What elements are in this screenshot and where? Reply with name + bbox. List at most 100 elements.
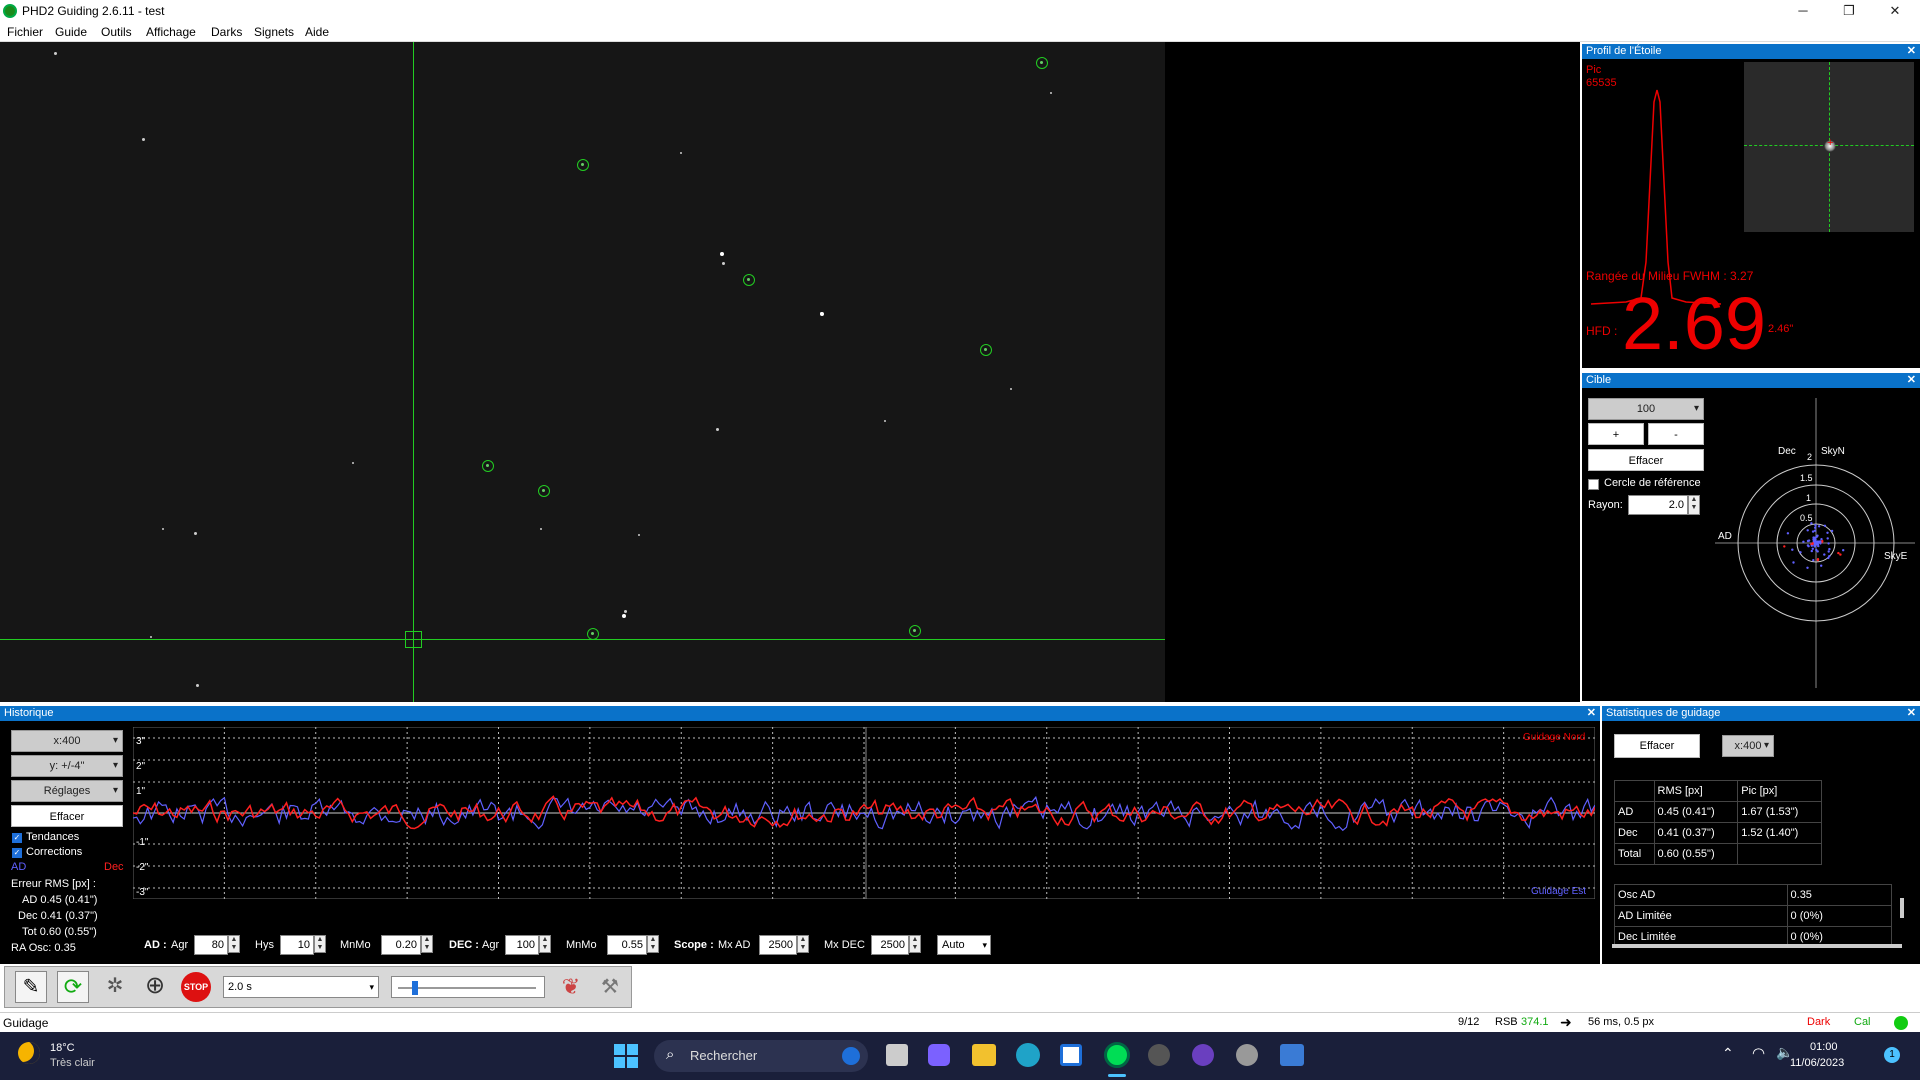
mxdec-input[interactable]: 2500 bbox=[871, 935, 909, 955]
history-title: Historique bbox=[4, 707, 54, 719]
hfd-value: 2.69 bbox=[1622, 282, 1767, 365]
scatter-point bbox=[1792, 561, 1795, 564]
history-y-combo[interactable]: y: +/-4" bbox=[11, 755, 123, 777]
history-graph[interactable] bbox=[133, 727, 1595, 899]
app-icon-8[interactable] bbox=[1280, 1044, 1304, 1066]
target-scale-combo[interactable]: 100 bbox=[1588, 398, 1704, 420]
app-icon-7[interactable] bbox=[1236, 1044, 1258, 1066]
dec-agr-input[interactable]: 100 bbox=[505, 935, 539, 955]
menu-guide[interactable]: Guide bbox=[55, 25, 87, 39]
corrections-checkbox[interactable]: ✓ bbox=[12, 848, 22, 858]
close-icon[interactable]: ✕ bbox=[1907, 44, 1916, 59]
candidate-star[interactable] bbox=[909, 625, 921, 637]
mxad-spinner[interactable]: ▲ ▼ bbox=[797, 935, 809, 953]
radius-spinner[interactable]: ▲ ▼ bbox=[1688, 495, 1700, 515]
menu-darks[interactable]: Darks bbox=[211, 25, 242, 39]
history-settings-combo[interactable]: Réglages bbox=[11, 780, 123, 802]
weather-temp[interactable]: 18°C bbox=[50, 1042, 75, 1054]
phd2-taskbar-icon[interactable] bbox=[1104, 1042, 1130, 1068]
trends-checkbox[interactable]: ✓ bbox=[12, 833, 22, 843]
dec-mnmo-spinner[interactable]: ▲ ▼ bbox=[647, 935, 659, 953]
stats-x-combo[interactable]: x:400 bbox=[1722, 735, 1774, 757]
notification-badge[interactable]: 1 bbox=[1884, 1047, 1900, 1063]
scatter-point bbox=[1842, 549, 1845, 552]
menu-signets[interactable]: Signets bbox=[254, 25, 294, 39]
chevron-up-icon[interactable]: ⌃ bbox=[1722, 1045, 1734, 1062]
minimize-button[interactable]: ─ bbox=[1780, 0, 1826, 22]
task-view-icon[interactable] bbox=[886, 1044, 908, 1066]
wrench-icon[interactable]: ⚒ bbox=[595, 972, 625, 1002]
target-clear-button[interactable]: Effacer bbox=[1588, 449, 1704, 471]
scatter-point bbox=[1827, 542, 1830, 545]
ad-agr-input[interactable]: 80 bbox=[194, 935, 228, 955]
clock-date[interactable]: 11/06/2023 bbox=[1790, 1057, 1844, 1069]
candidate-star[interactable] bbox=[538, 485, 550, 497]
wifi-icon[interactable]: ◠ bbox=[1752, 1044, 1765, 1062]
weather-desc[interactable]: Très clair bbox=[50, 1057, 95, 1069]
scatter-point bbox=[1786, 532, 1790, 535]
hys-input[interactable]: 10 bbox=[280, 935, 314, 955]
maximize-button[interactable]: ❐ bbox=[1826, 0, 1872, 22]
candidate-star[interactable] bbox=[482, 460, 494, 472]
ref-circle-checkbox[interactable] bbox=[1588, 479, 1599, 490]
edge-icon[interactable] bbox=[1016, 1043, 1040, 1067]
candidate-star[interactable] bbox=[980, 344, 992, 356]
teams-icon[interactable] bbox=[928, 1044, 950, 1066]
dec-agr-spinner[interactable]: ▲ ▼ bbox=[539, 935, 551, 953]
app-icon-6[interactable] bbox=[1192, 1044, 1214, 1066]
target-zoom-out-button[interactable]: - bbox=[1648, 423, 1704, 445]
mxad-input[interactable]: 2500 bbox=[759, 935, 797, 955]
candidate-star[interactable] bbox=[577, 159, 589, 171]
close-icon[interactable]: ✕ bbox=[1907, 373, 1916, 388]
windows-start-icon[interactable] bbox=[614, 1044, 638, 1068]
close-icon[interactable]: ✕ bbox=[1587, 706, 1596, 721]
candidate-star[interactable] bbox=[1036, 57, 1048, 69]
stats-hscrollbar[interactable] bbox=[1612, 944, 1902, 948]
ad-mnmo-input[interactable]: 0.20 bbox=[381, 935, 421, 955]
store-icon[interactable] bbox=[1060, 1044, 1082, 1066]
ad-mnmo-spinner[interactable]: ▲ ▼ bbox=[421, 935, 433, 953]
radius-input[interactable]: 2.0 bbox=[1628, 495, 1688, 515]
camera-image[interactable] bbox=[0, 42, 1165, 702]
candidate-star[interactable] bbox=[743, 274, 755, 286]
dec-mnmo-input[interactable]: 0.55 bbox=[607, 935, 647, 955]
stats-scrollbar[interactable] bbox=[1900, 898, 1904, 918]
menu-fichier[interactable]: Fichier bbox=[7, 25, 43, 39]
timing-text: 56 ms, 0.5 px bbox=[1588, 1016, 1655, 1028]
file-explorer-icon[interactable] bbox=[972, 1044, 996, 1066]
clock-time[interactable]: 01:00 bbox=[1810, 1041, 1838, 1053]
menu-aide[interactable]: Aide bbox=[305, 25, 329, 39]
guide-target-icon[interactable]: ⊕ bbox=[139, 971, 171, 1003]
mxdec-spinner[interactable]: ▲ ▼ bbox=[909, 935, 921, 953]
legend-dec[interactable]: Dec bbox=[104, 861, 124, 873]
scatter-point bbox=[1814, 524, 1817, 527]
menu-affichage[interactable]: Affichage bbox=[146, 25, 196, 39]
exposure-loop-icon[interactable]: ⟳ bbox=[57, 971, 89, 1003]
stats-row: AD Limitée 0 (0%) bbox=[1614, 905, 1893, 927]
ad-agr-spinner[interactable]: ▲ ▼ bbox=[228, 935, 240, 953]
history-clear-button[interactable]: Effacer bbox=[11, 805, 123, 827]
stop-button[interactable]: STOP bbox=[181, 972, 211, 1002]
scatter-point bbox=[1828, 555, 1831, 558]
weather-moon-icon[interactable] bbox=[18, 1042, 40, 1064]
gamma-slider[interactable] bbox=[391, 976, 545, 998]
history-x-combo[interactable]: x:400 bbox=[11, 730, 123, 752]
corrections-label: Corrections bbox=[26, 846, 83, 858]
legend-ad[interactable]: AD bbox=[11, 861, 26, 873]
stats-cell: 0.41 (0.37") bbox=[1653, 822, 1739, 844]
dec-mode-select[interactable]: Auto ▾ bbox=[937, 935, 991, 955]
target-zoom-in-button[interactable]: + bbox=[1588, 423, 1644, 445]
brain-icon[interactable]: ❦ bbox=[555, 972, 587, 1004]
loop-icon[interactable]: ✎ bbox=[15, 971, 47, 1003]
search-box[interactable]: ⌕ Rechercher bbox=[654, 1040, 868, 1072]
hys-spinner[interactable]: ▲ ▼ bbox=[314, 935, 326, 953]
stats-clear-button[interactable]: Effacer bbox=[1614, 734, 1700, 758]
close-icon[interactable]: ✕ bbox=[1907, 706, 1916, 721]
exposure-select[interactable]: 2.0 s ▾ bbox=[223, 976, 379, 998]
auto-select-star-icon[interactable]: ✲ bbox=[99, 971, 131, 1003]
menu-outils[interactable]: Outils bbox=[101, 25, 132, 39]
close-button[interactable]: ✕ bbox=[1872, 0, 1918, 22]
hys-label: Hys bbox=[255, 939, 274, 951]
app-icon-5[interactable] bbox=[1148, 1044, 1170, 1066]
scatter-point bbox=[1811, 547, 1814, 550]
